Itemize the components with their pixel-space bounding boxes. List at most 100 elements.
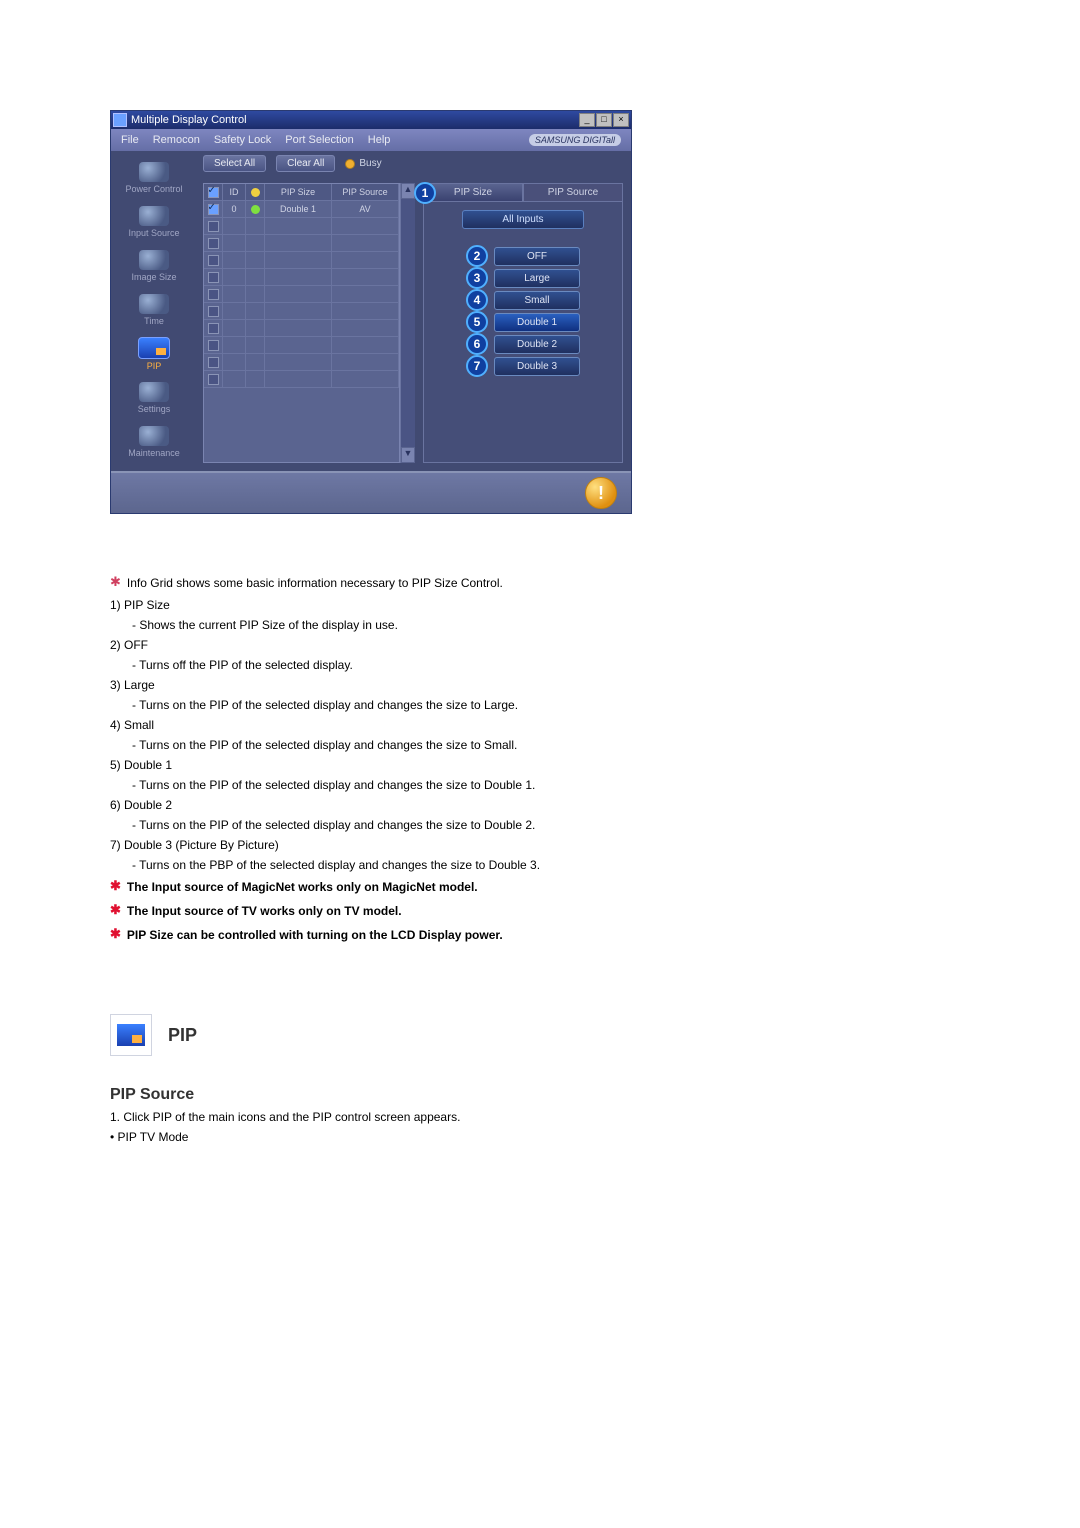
row-pip-source xyxy=(332,269,399,286)
scrollbar[interactable]: ▲ ▼ xyxy=(400,183,415,463)
row-pip-size xyxy=(265,320,332,337)
sidebar-item-time[interactable]: Time xyxy=(118,289,190,331)
sidebar-item-pip[interactable]: PIP xyxy=(118,333,190,375)
scroll-down-button[interactable]: ▼ xyxy=(401,447,415,463)
pip-size-option: 2 OFF xyxy=(466,245,580,267)
callout-badge-1: 1 xyxy=(414,182,436,204)
callout-badge: 4 xyxy=(466,289,488,311)
doc-list-desc: - Turns on the PBP of the selected displ… xyxy=(132,858,1010,872)
pip-size-option-button[interactable]: Double 1 xyxy=(494,313,580,332)
sidebar-item-input-source[interactable]: Input Source xyxy=(118,201,190,243)
minimize-button[interactable]: _ xyxy=(579,113,595,127)
row-power-icon xyxy=(246,371,265,388)
close-button[interactable]: × xyxy=(613,113,629,127)
pip-size-option-button[interactable]: Small xyxy=(494,291,580,310)
pip-size-option: 3Large xyxy=(466,267,580,289)
row-id xyxy=(223,252,246,269)
doc-list-desc: - Turns on the PIP of the selected displ… xyxy=(132,778,1010,792)
table-row[interactable] xyxy=(204,286,399,303)
table-row[interactable] xyxy=(204,320,399,337)
doc-list-desc: - Turns off the PIP of the selected disp… xyxy=(132,658,1010,672)
section-title: PIP xyxy=(168,1025,197,1046)
doc-list-item: 6) Double 2 xyxy=(110,798,1010,812)
tab-pip-source[interactable]: PIP Source xyxy=(523,183,623,202)
pip-size-option: 4 Small xyxy=(466,289,580,311)
scroll-thumb[interactable] xyxy=(401,199,415,447)
table-row[interactable] xyxy=(204,371,399,388)
statusbar: ! xyxy=(111,471,631,513)
star-icon: ✱ xyxy=(110,574,121,596)
row-power-icon xyxy=(246,218,265,235)
table-row[interactable]: 0Double 1AV xyxy=(204,201,399,218)
row-checkbox[interactable] xyxy=(204,201,223,218)
header-pip-size[interactable]: PIP Size xyxy=(265,184,332,201)
row-pip-size xyxy=(265,371,332,388)
sidebar-item-label: Settings xyxy=(138,404,171,414)
table-row[interactable] xyxy=(204,303,399,320)
menu-port-selection[interactable]: Port Selection xyxy=(285,134,353,146)
table-row[interactable] xyxy=(204,252,399,269)
tab-pip-size[interactable]: 1 PIP Size xyxy=(423,183,523,202)
sidebar-item-maintenance[interactable]: Maintenance xyxy=(118,421,190,463)
step-text: 1. Click PIP of the main icons and the P… xyxy=(110,1110,1010,1124)
callout-badge: 2 xyxy=(466,245,488,267)
select-all-button[interactable]: Select All xyxy=(203,155,266,172)
header-power-icon[interactable] xyxy=(246,184,265,201)
app-icon xyxy=(113,113,127,127)
row-checkbox[interactable] xyxy=(204,320,223,337)
row-checkbox[interactable] xyxy=(204,371,223,388)
row-power-icon xyxy=(246,303,265,320)
intro-text: Info Grid shows some basic information n… xyxy=(127,576,503,590)
sidebar-item-settings[interactable]: Settings xyxy=(118,377,190,419)
row-pip-size xyxy=(265,218,332,235)
sidebar-item-label: Input Source xyxy=(128,228,179,238)
row-checkbox[interactable] xyxy=(204,286,223,303)
menu-remocon[interactable]: Remocon xyxy=(153,134,200,146)
sidebar: Power Control Input Source Image Size Ti… xyxy=(111,151,197,471)
row-power-icon xyxy=(246,235,265,252)
pip-size-option-button[interactable]: Large xyxy=(494,269,580,288)
busy-indicator: Busy xyxy=(345,158,381,169)
subheading-pip-source: PIP Source xyxy=(110,1086,1010,1104)
doc-list-item: 7) Double 3 (Picture By Picture) xyxy=(110,838,1010,852)
sidebar-item-image-size[interactable]: Image Size xyxy=(118,245,190,287)
callout-badge: 5 xyxy=(466,311,488,333)
clear-all-button[interactable]: Clear All xyxy=(276,155,335,172)
table-row[interactable] xyxy=(204,354,399,371)
table-row[interactable] xyxy=(204,235,399,252)
menu-help[interactable]: Help xyxy=(368,134,391,146)
header-pip-source[interactable]: PIP Source xyxy=(332,184,399,201)
pip-size-option-button[interactable]: OFF xyxy=(494,247,580,266)
row-power-icon xyxy=(246,320,265,337)
settings-icon xyxy=(139,382,169,402)
table-row[interactable] xyxy=(204,218,399,235)
header-id[interactable]: ID xyxy=(223,184,246,201)
sidebar-item-power-control[interactable]: Power Control xyxy=(118,157,190,199)
scroll-up-button[interactable]: ▲ xyxy=(401,183,415,199)
maximize-button[interactable]: □ xyxy=(596,113,612,127)
table-row[interactable] xyxy=(204,269,399,286)
row-checkbox[interactable] xyxy=(204,337,223,354)
row-checkbox[interactable] xyxy=(204,303,223,320)
row-checkbox[interactable] xyxy=(204,235,223,252)
doc-list-desc: - Turns on the PIP of the selected displ… xyxy=(132,698,1010,712)
row-checkbox[interactable] xyxy=(204,218,223,235)
row-checkbox[interactable] xyxy=(204,252,223,269)
table-header-row: ID PIP Size PIP Source xyxy=(204,184,399,201)
table-row[interactable] xyxy=(204,337,399,354)
pip-size-option-button[interactable]: Double 2 xyxy=(494,335,580,354)
pip-size-option-button[interactable]: Double 3 xyxy=(494,357,580,376)
row-pip-size xyxy=(265,303,332,320)
row-pip-source: AV xyxy=(332,201,399,218)
callout-badge: 7 xyxy=(466,355,488,377)
doc-list-desc: - Turns on the PIP of the selected displ… xyxy=(132,738,1010,752)
row-id xyxy=(223,218,246,235)
busy-dot-icon xyxy=(345,159,355,169)
row-id xyxy=(223,337,246,354)
menu-file[interactable]: File xyxy=(121,134,139,146)
row-checkbox[interactable] xyxy=(204,354,223,371)
doc-list-item: 5) Double 1 xyxy=(110,758,1010,772)
header-checkbox[interactable] xyxy=(204,184,223,201)
row-checkbox[interactable] xyxy=(204,269,223,286)
menu-safety-lock[interactable]: Safety Lock xyxy=(214,134,271,146)
